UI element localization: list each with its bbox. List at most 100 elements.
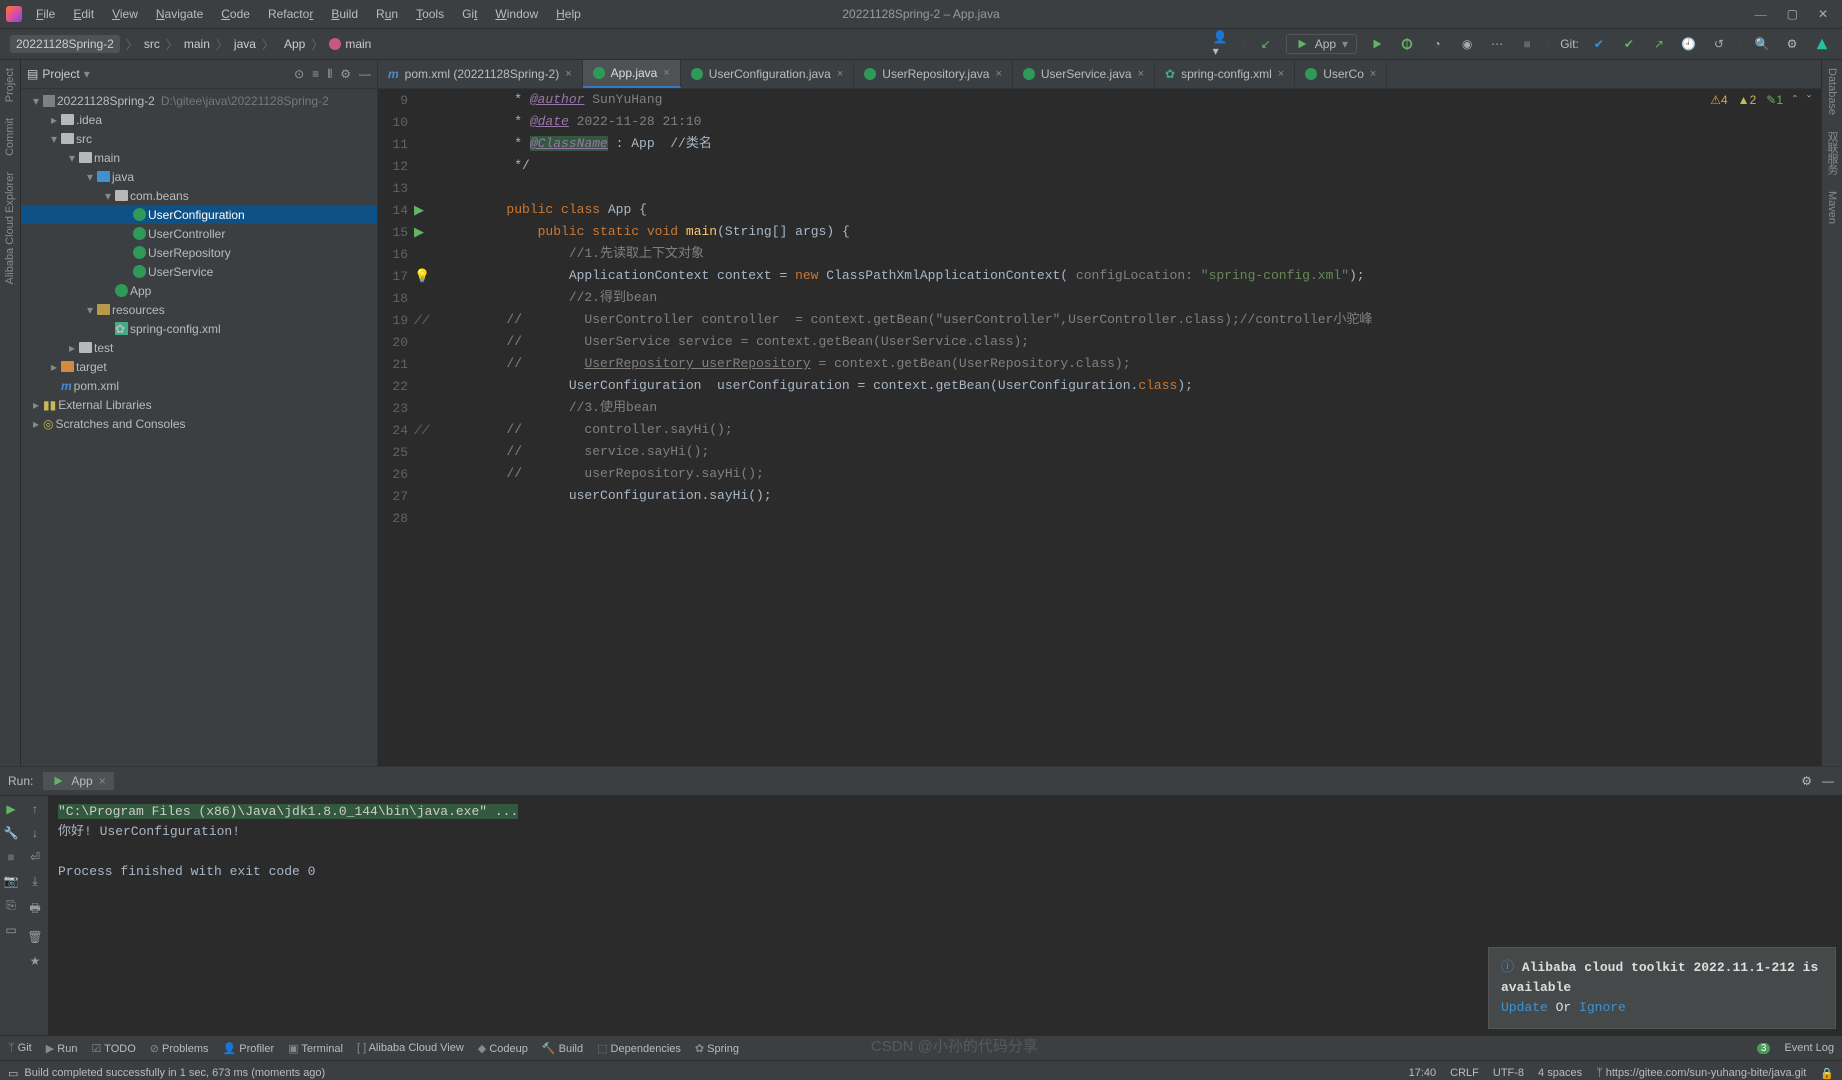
close-tab-icon[interactable]: × <box>1138 68 1144 80</box>
attach-icon[interactable]: ⋯ <box>1487 34 1507 54</box>
bottom-tab-build[interactable]: 🔨 Build <box>542 1042 583 1055</box>
bottom-tab-dependencies[interactable]: ⬚ Dependencies <box>597 1042 681 1055</box>
exit-icon[interactable]: ⎘ <box>6 898 16 913</box>
event-log-button[interactable]: Event Log <box>1784 1042 1834 1054</box>
hide-panel-icon[interactable]: — <box>359 67 371 82</box>
bottom-tab-terminal[interactable]: ▣ Terminal <box>288 1042 343 1055</box>
profile-icon[interactable]: ◉ <box>1457 34 1477 54</box>
tree-row[interactable]: UserService <box>21 262 377 281</box>
editor-tab[interactable]: App.java× <box>583 60 681 88</box>
print-icon[interactable]: 🖶 <box>29 899 40 920</box>
dump-icon[interactable]: 📷 <box>4 874 19 888</box>
editor-tab[interactable]: mpom.xml (20221128Spring-2)× <box>378 61 583 87</box>
settings-icon[interactable]: ⚙ <box>1782 34 1802 54</box>
menu-window[interactable]: Window <box>487 4 546 24</box>
run-tab-name[interactable]: App <box>71 774 92 788</box>
tree-row[interactable]: ▸▮▮External Libraries <box>21 395 377 414</box>
softwrap-icon[interactable]: ⏎ <box>30 850 40 864</box>
back-icon[interactable]: ↙ <box>1256 34 1276 54</box>
layout-icon[interactable]: ▭ <box>5 923 16 937</box>
menu-git[interactable]: Git <box>454 4 485 24</box>
toast-ignore-link[interactable]: Ignore <box>1579 1000 1626 1015</box>
editor-tab[interactable]: UserCo× <box>1295 61 1387 87</box>
tree-row[interactable]: ▸target <box>21 357 377 376</box>
toast-update-link[interactable]: Update <box>1501 1000 1548 1015</box>
stop-run-icon[interactable]: ■ <box>7 850 14 864</box>
menu-build[interactable]: Build <box>323 4 366 24</box>
left-tab-alibaba-cloud-explorer[interactable]: Alibaba Cloud Explorer <box>2 164 18 293</box>
collapse-all-icon[interactable]: ⫴ <box>327 67 332 82</box>
bottom-tab-profiler[interactable]: 👤 Profiler <box>223 1042 275 1055</box>
editor-tab[interactable]: ✿spring-config.xml× <box>1155 61 1295 87</box>
tree-row[interactable]: UserRepository <box>21 243 377 262</box>
git-rollback-icon[interactable]: ↺ <box>1709 34 1729 54</box>
close-tab-icon[interactable]: × <box>837 68 843 80</box>
left-tab-commit[interactable]: Commit <box>2 110 18 164</box>
menu-file[interactable]: File <box>28 4 63 24</box>
tree-row[interactable]: ▾com.beans <box>21 186 377 205</box>
run-console[interactable]: "C:\Program Files (x86)\Java\jdk1.8.0_14… <box>48 796 1842 1035</box>
editor-tab[interactable]: UserRepository.java× <box>854 61 1013 87</box>
breadcrumb-project[interactable]: 20221128Spring-2 <box>10 35 120 53</box>
debug-icon[interactable] <box>1397 34 1417 54</box>
bottom-tab-codeup[interactable]: ◆ Codeup <box>478 1042 528 1055</box>
menu-code[interactable]: Code <box>213 4 258 24</box>
tree-row[interactable]: ▾20221128Spring-2D:\gitee\java\20221128S… <box>21 91 377 110</box>
close-tab-icon[interactable]: × <box>1370 68 1376 80</box>
git-push-icon[interactable]: ↗ <box>1649 34 1669 54</box>
right-tab-双联服务[interactable]: 双联服务 <box>1822 123 1842 183</box>
menu-view[interactable]: View <box>104 4 146 24</box>
branch-icon[interactable]: ᛘ https://gitee.com/sun-yuhang-bite/java… <box>1596 1067 1806 1079</box>
code-editor[interactable]: * @author SunYuHang * @date 2022-11-28 2… <box>440 89 1821 766</box>
close-tab-icon[interactable]: × <box>1278 68 1284 80</box>
rerun-icon[interactable]: ▶ <box>6 802 15 816</box>
editor-tab[interactable]: UserConfiguration.java× <box>681 61 855 87</box>
tree-row[interactable]: ▸◎Scratches and Consoles <box>21 414 377 433</box>
tree-row[interactable]: ✿spring-config.xml <box>21 319 377 338</box>
bottom-tab-run[interactable]: ▶ Run <box>46 1042 78 1055</box>
git-commit-icon[interactable]: ✔ <box>1619 34 1639 54</box>
bottom-tab-spring[interactable]: ✿ Spring <box>695 1042 739 1055</box>
menu-help[interactable]: Help <box>548 4 589 24</box>
tree-row[interactable]: ▾resources <box>21 300 377 319</box>
bottom-tab-git[interactable]: ᛘ Git <box>8 1042 32 1054</box>
bottom-tab-alibaba-cloud-view[interactable]: [ ] Alibaba Cloud View <box>357 1042 464 1054</box>
run-settings-icon[interactable]: ⚙ <box>1801 774 1812 788</box>
user-icon[interactable]: 👤▾ <box>1213 34 1233 54</box>
tree-row[interactable]: ▸.idea <box>21 110 377 129</box>
down-icon[interactable]: ↓ <box>32 826 38 840</box>
menu-refactor[interactable]: Refactor <box>260 4 321 24</box>
search-icon[interactable]: 🔍 <box>1752 34 1772 54</box>
tree-row[interactable]: ▾main <box>21 148 377 167</box>
tree-row[interactable]: App <box>21 281 377 300</box>
close-button[interactable]: ✕ <box>1818 7 1828 22</box>
tree-row[interactable]: mpom.xml <box>21 376 377 395</box>
pin-icon[interactable]: ★ <box>30 954 41 968</box>
tree-row[interactable]: ▾src <box>21 129 377 148</box>
select-open-file-icon[interactable]: ⊙ <box>294 67 304 82</box>
stop-icon[interactable]: ■ <box>1517 34 1537 54</box>
tree-row[interactable]: ▾java <box>21 167 377 186</box>
right-tab-maven[interactable]: Maven <box>1824 183 1840 232</box>
run-config-selector[interactable]: App ▾ <box>1286 34 1357 54</box>
alibaba-icon[interactable] <box>1812 34 1832 54</box>
coverage-icon[interactable]: ◔ <box>1427 34 1447 54</box>
hide-run-icon[interactable]: — <box>1822 774 1834 788</box>
run-debug-icon[interactable]: 🔧 <box>4 826 19 840</box>
up-icon[interactable]: ↑ <box>32 802 38 816</box>
close-tab-icon[interactable]: × <box>663 67 669 79</box>
menu-edit[interactable]: Edit <box>65 4 102 24</box>
bottom-tab-todo[interactable]: ☑ TODO <box>91 1042 135 1055</box>
tree-row[interactable]: UserController <box>21 224 377 243</box>
lock-icon[interactable]: 🔒 <box>1820 1067 1834 1080</box>
clear-icon[interactable]: 🗑 <box>27 930 42 944</box>
inspection-summary[interactable]: ⚠4 ▲2 ✎1 ˆ ˇ <box>1710 93 1811 107</box>
run-icon[interactable] <box>1367 34 1387 54</box>
expand-all-icon[interactable]: ≡ <box>312 67 319 82</box>
git-history-icon[interactable]: 🕘 <box>1679 34 1699 54</box>
tree-row[interactable]: ▸test <box>21 338 377 357</box>
project-pane-title[interactable]: ▤ Project ▾ <box>27 67 90 81</box>
editor-tab[interactable]: UserService.java× <box>1013 61 1155 87</box>
scroll-end-icon[interactable]: ⤓ <box>32 874 37 889</box>
menu-navigate[interactable]: Navigate <box>148 4 211 24</box>
